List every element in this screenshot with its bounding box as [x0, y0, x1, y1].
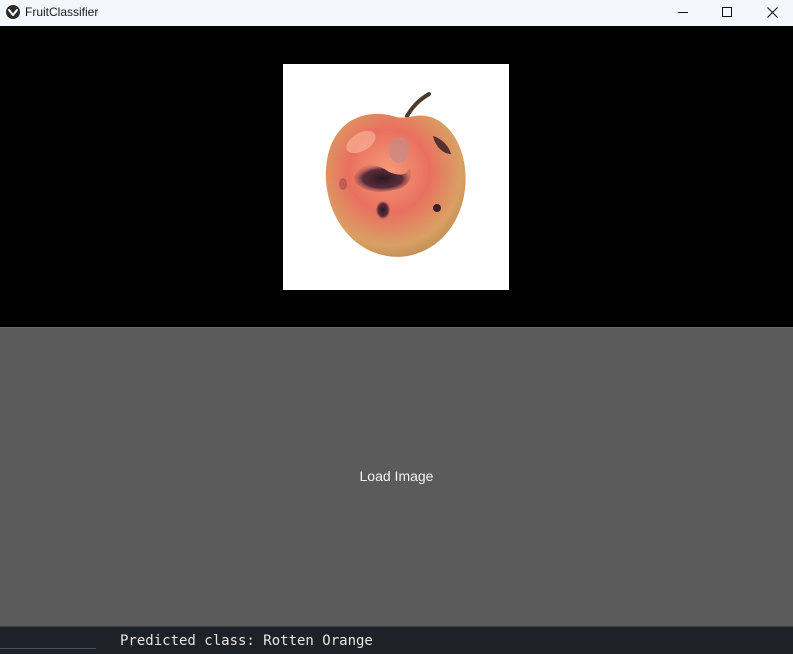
minimize-icon: [678, 12, 688, 13]
maximize-icon: [722, 7, 732, 17]
predicted-class-text: Predicted class: Rotten Orange: [120, 633, 373, 649]
window-title: FruitClassifier: [25, 5, 99, 19]
app-logo-icon: [6, 5, 20, 19]
close-button[interactable]: [749, 0, 793, 24]
load-image-label: Load Image: [359, 468, 434, 484]
load-image-button[interactable]: Load Image: [0, 327, 793, 626]
image-display-area: [0, 26, 793, 327]
status-divider: [0, 648, 96, 649]
minimize-button[interactable]: [660, 0, 706, 24]
maximize-button[interactable]: [704, 0, 750, 24]
fruit-image: [283, 64, 509, 290]
app-window: FruitClassifier Load Image Predicted cla…: [0, 0, 793, 654]
status-bar: Predicted class: Rotten Orange: [0, 626, 793, 654]
rotten-apple-image: [325, 92, 466, 257]
title-bar[interactable]: FruitClassifier: [0, 0, 793, 26]
close-icon: [766, 6, 778, 18]
